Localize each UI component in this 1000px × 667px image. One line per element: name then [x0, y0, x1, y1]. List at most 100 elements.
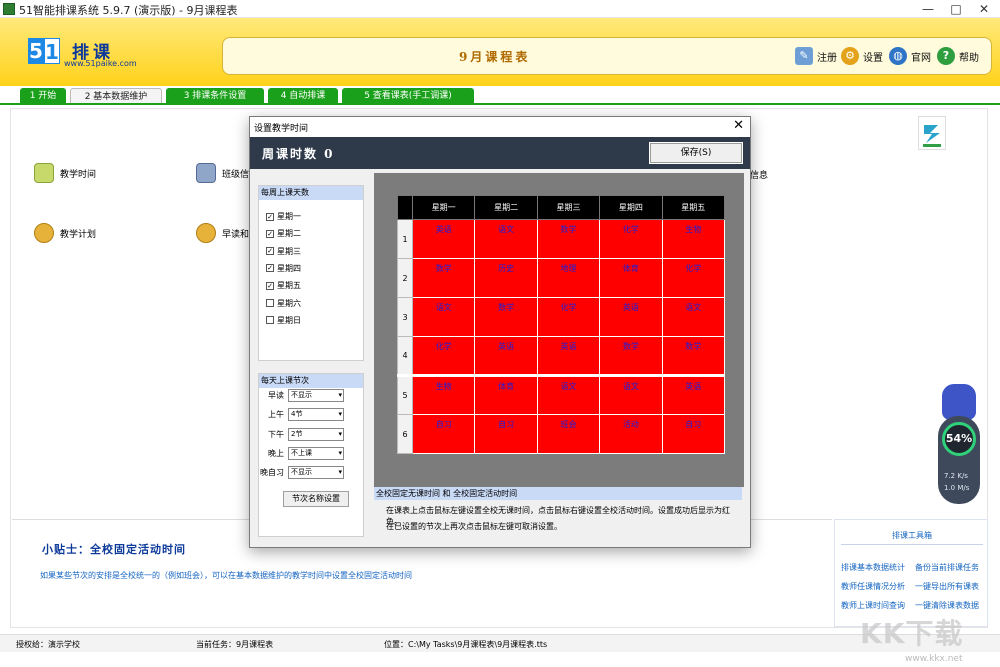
- timetable-cell[interactable]: 班会: [536, 414, 601, 454]
- close-window-button[interactable]: ✕: [970, 0, 998, 18]
- section-names-button[interactable]: 节次名称设置: [283, 491, 349, 507]
- day-checkbox[interactable]: ✓ 星期四: [266, 263, 301, 274]
- register-button[interactable]: ✎ 注册: [795, 44, 837, 68]
- timetable-cell[interactable]: 数学: [599, 336, 663, 376]
- feature-teaching-time[interactable]: 教学时间: [34, 163, 96, 183]
- section-select[interactable]: 不上课 ▾: [288, 446, 344, 460]
- status-bar: 授权给：演示学校 当前任务：9月课程表 位置：C:\My Tasks\9月课程表…: [0, 634, 1000, 652]
- network-speed-widget[interactable]: 54% 7.2 K/s 1.0 M/s: [938, 384, 980, 504]
- timetable-cell[interactable]: 英语: [536, 336, 601, 376]
- dialog-close-icon[interactable]: ✕: [733, 118, 744, 133]
- tool-clear-link[interactable]: 一键清除课表数据: [915, 600, 979, 611]
- dropdown-arrow-icon[interactable]: ▾: [338, 429, 342, 440]
- checkbox-icon[interactable]: [266, 316, 274, 325]
- timetable-cell[interactable]: 活动: [599, 414, 663, 454]
- day-checkbox[interactable]: ✓ 星期五: [266, 280, 301, 291]
- tab-conditions[interactable]: 3 排课条件设置: [166, 88, 264, 104]
- timetable-cell[interactable]: 语文: [411, 297, 476, 337]
- logo-digit-1: 1: [44, 38, 60, 64]
- timetable-cell[interactable]: 体育: [474, 374, 538, 415]
- timetable-cell[interactable]: 英语: [474, 336, 538, 376]
- help-label: 帮助: [959, 52, 979, 64]
- dropdown-arrow-icon[interactable]: ▾: [338, 467, 342, 478]
- timetable-cell[interactable]: 自习: [474, 414, 538, 454]
- day-checkbox[interactable]: ✓ 星期三: [266, 246, 301, 257]
- section-select-value: 不上课: [291, 448, 312, 457]
- timetable-cell[interactable]: 英语: [599, 297, 663, 337]
- checkbox-icon[interactable]: ✓: [266, 247, 274, 256]
- settings-gear-icon: ⚙: [841, 47, 859, 65]
- section-select[interactable]: 不显示 ▾: [288, 389, 344, 402]
- timetable-cell[interactable]: 生物: [661, 219, 726, 259]
- day-checkbox[interactable]: ✓ 星期一: [266, 211, 301, 222]
- feature-info-label: 信息: [750, 171, 769, 181]
- timetable-cell[interactable]: 语文: [599, 374, 663, 415]
- timetable-cell[interactable]: 化学: [599, 219, 663, 259]
- timetable-cell[interactable]: 化学: [661, 258, 726, 298]
- feature-teaching-plan[interactable]: 教学计划: [34, 223, 96, 243]
- window-titlebar: 51智能排课系统 5.9.7 (演示版) - 9月课程表 — □ ✕: [0, 0, 1000, 18]
- timetable-cell[interactable]: 语文: [474, 219, 538, 259]
- tab-start[interactable]: 1 开始: [20, 88, 66, 104]
- day-checkbox[interactable]: 星期日: [266, 315, 301, 326]
- tool-teacher-time-link[interactable]: 教师上课时间查询: [841, 600, 905, 611]
- day-checkbox[interactable]: ✓ 星期二: [266, 228, 301, 239]
- dropdown-arrow-icon[interactable]: ▾: [338, 390, 342, 401]
- checkbox-icon[interactable]: ✓: [266, 281, 274, 290]
- grid-corner: [397, 195, 413, 220]
- checkbox-icon[interactable]: ✓: [266, 264, 274, 273]
- timetable-grid: 星期一 星期二 星期三 星期四 星期五 1 英语 语文 数学 化学 生物 2 数学 历史 地理 体育 化学 3 语文…: [397, 195, 726, 454]
- website-button[interactable]: ◍ 官网: [889, 44, 931, 68]
- tab-auto-schedule[interactable]: 4 自动排课: [268, 88, 338, 104]
- dropdown-arrow-icon[interactable]: ▾: [338, 448, 342, 459]
- feature-teaching-plan-label: 教学计划: [60, 229, 97, 240]
- timetable-cell[interactable]: 数学: [411, 258, 476, 298]
- tool-backup-link[interactable]: 备份当前排课任务: [915, 562, 979, 573]
- checkbox-icon[interactable]: [266, 299, 274, 307]
- timetable-cell[interactable]: 体育: [599, 258, 663, 298]
- tool-stats-link[interactable]: 排课基本数据统计: [841, 562, 905, 573]
- register-label: 注册: [817, 52, 837, 64]
- grid-row: 3 语文 数学 化学 英语 语文: [397, 297, 726, 337]
- timetable-cell[interactable]: 地理: [536, 258, 601, 298]
- section-select[interactable]: 4节 ▾: [288, 408, 344, 422]
- timetable-cell[interactable]: 自习: [661, 414, 726, 454]
- checkbox-icon[interactable]: ✓: [266, 212, 274, 221]
- section-select[interactable]: 2节 ▾: [288, 427, 344, 441]
- tips-text: 如果某些节次的安排是全校统一的（例如班会），可以在基本数据维护的教学时间中设置全…: [40, 571, 412, 580]
- dialog-header: 周课时数 0 保存(S): [250, 137, 750, 169]
- section-select-value: 4节: [291, 410, 303, 419]
- timetable-cell[interactable]: 数学: [661, 336, 726, 376]
- day-checkbox[interactable]: 星期六: [266, 298, 301, 309]
- checkbox-icon[interactable]: ✓: [266, 229, 274, 238]
- save-button[interactable]: 保存(S): [649, 142, 743, 164]
- status-path: 位置：C:\My Tasks\9月课程表\9月课程表.tts: [384, 640, 548, 649]
- tab-view-schedule[interactable]: 5 查看课表(手工调课): [342, 88, 474, 104]
- tool-export-link[interactable]: 一键导出所有课表: [915, 581, 979, 592]
- maximize-button[interactable]: □: [942, 0, 970, 18]
- timetable-cell[interactable]: 语文: [661, 297, 726, 337]
- settings-button[interactable]: ⚙ 设置: [841, 44, 883, 68]
- timetable-cell[interactable]: 自习: [411, 414, 476, 454]
- timetable-cell[interactable]: 化学: [536, 297, 601, 337]
- feature-info[interactable]: 信息: [750, 168, 768, 181]
- timetable-cell[interactable]: 英语: [661, 374, 726, 415]
- help-button[interactable]: ? 帮助: [937, 44, 979, 68]
- tab-basic-data[interactable]: 2 基本数据维护: [70, 88, 162, 104]
- minimize-button[interactable]: —: [914, 0, 942, 18]
- tips-title: 小贴士：全校固定活动时间: [42, 543, 186, 556]
- timetable-cell[interactable]: 历史: [474, 258, 538, 298]
- timetable-cell[interactable]: 生物: [411, 374, 476, 415]
- timetable-cell[interactable]: 数学: [474, 297, 538, 337]
- side-app-logo[interactable]: [918, 116, 946, 150]
- dropdown-arrow-icon[interactable]: ▾: [338, 409, 342, 420]
- timetable-cell[interactable]: 化学: [411, 336, 476, 376]
- timetable-cell[interactable]: 语文: [536, 374, 601, 415]
- timetable-cell[interactable]: 数学: [536, 219, 601, 259]
- timetable-cell[interactable]: 英语: [411, 219, 476, 259]
- grid-column-header: 星期三: [536, 195, 601, 220]
- grid-row-number: 4: [397, 336, 413, 376]
- tool-teacher-analysis-link[interactable]: 教师任课情况分析: [841, 581, 905, 592]
- section-select-value: 不显示: [291, 468, 312, 477]
- section-select[interactable]: 不显示 ▾: [288, 466, 344, 480]
